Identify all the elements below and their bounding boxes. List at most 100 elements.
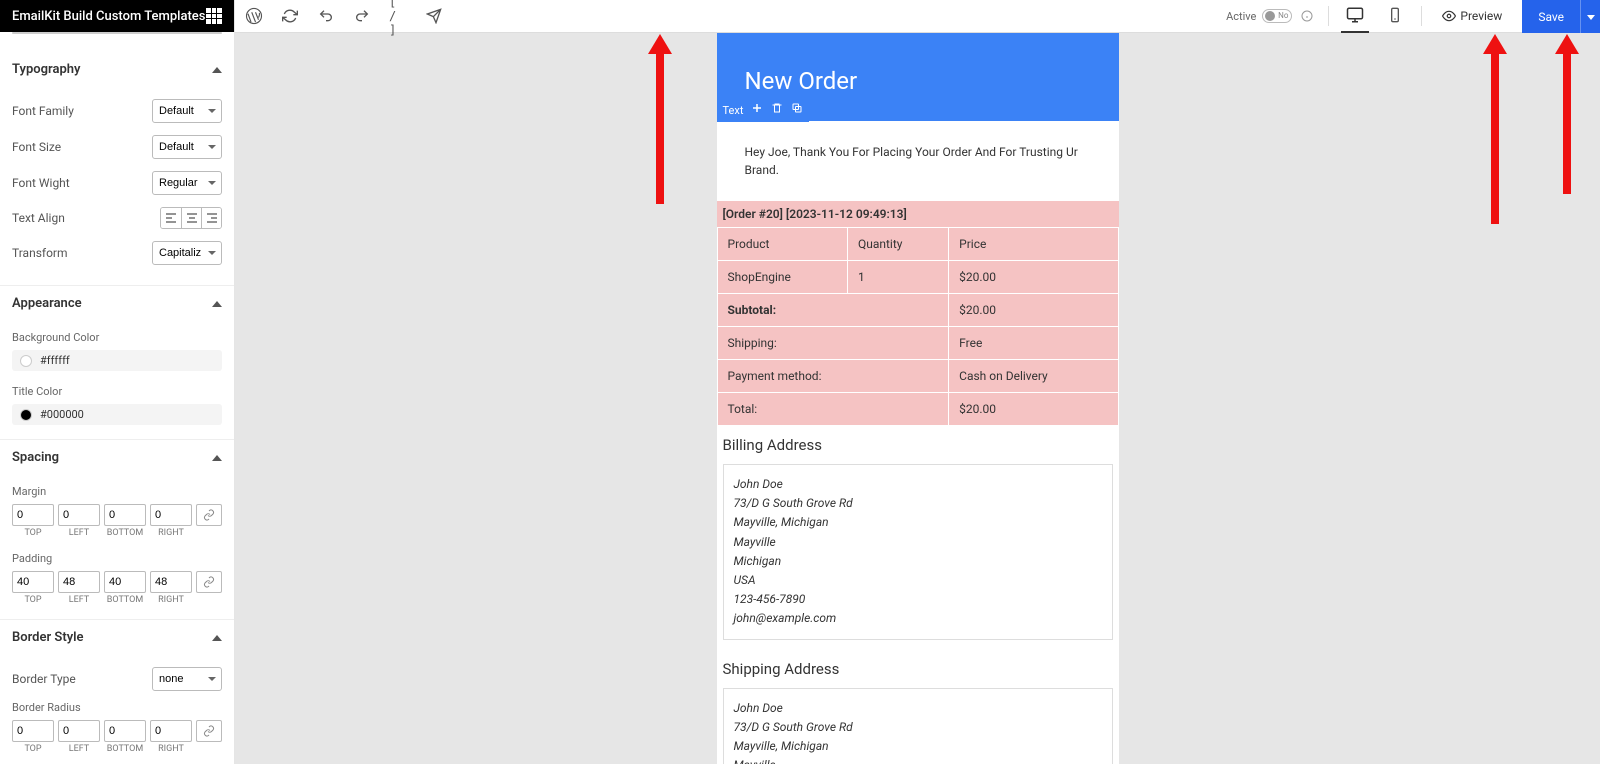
wordpress-icon[interactable] xyxy=(245,7,263,25)
col-quantity: Quantity xyxy=(847,228,948,261)
title-color-value: #000000 xyxy=(40,408,84,421)
padding-bottom-input[interactable] xyxy=(104,571,146,593)
section-title: Border Style xyxy=(12,630,84,645)
email-greeting-block[interactable]: Hey Joe, Thank You For Placing Your Orde… xyxy=(717,121,1119,201)
mobile-view-button[interactable] xyxy=(1381,0,1409,33)
send-icon[interactable] xyxy=(425,7,443,25)
margin-label: Margin xyxy=(12,481,222,500)
active-label: Active xyxy=(1226,10,1256,23)
color-swatch-icon xyxy=(20,355,32,367)
padding-label: Padding xyxy=(12,548,222,567)
section-head-appearance[interactable]: Appearance xyxy=(0,286,234,321)
preview-label: Preview xyxy=(1460,9,1502,23)
email-header-title: New Order xyxy=(745,67,1091,95)
bg-color-value: #ffffff xyxy=(40,354,70,367)
table-row: Payment method: Cash on Delivery xyxy=(717,360,1118,393)
radius-left-input[interactable] xyxy=(58,720,100,742)
padding-top-input[interactable] xyxy=(12,571,54,593)
padding-left-input[interactable] xyxy=(58,571,100,593)
margin-top-input[interactable] xyxy=(12,504,54,526)
bg-color-picker[interactable]: #ffffff xyxy=(12,350,222,371)
eye-icon xyxy=(1442,9,1456,23)
widget-delete-icon[interactable] xyxy=(771,102,783,118)
save-button[interactable]: Save xyxy=(1522,0,1580,33)
undo-icon[interactable] xyxy=(317,7,335,25)
border-radius-label: Border Radius xyxy=(12,697,222,716)
widget-duplicate-icon[interactable] xyxy=(791,102,803,118)
chevron-down-icon xyxy=(1587,9,1595,24)
align-center-button[interactable] xyxy=(181,208,201,228)
bg-color-label: Background Color xyxy=(12,327,222,346)
active-toggle[interactable]: No xyxy=(1262,9,1292,23)
shipping-title: Shipping Address xyxy=(717,650,1119,684)
radius-right-input[interactable] xyxy=(150,720,192,742)
active-toggle-group: Active No xyxy=(1226,7,1316,25)
email-canvas[interactable]: New Order Text Hey Joe, Thank You For Pl… xyxy=(717,33,1119,764)
billing-address-block[interactable]: John Doe 73/D G South Grove Rd Mayville,… xyxy=(723,464,1113,640)
main-area: [ / ] Active No Preview xyxy=(235,0,1600,764)
align-left-button[interactable] xyxy=(161,208,181,228)
margin-left-input[interactable] xyxy=(58,504,100,526)
preview-button[interactable]: Preview xyxy=(1434,9,1510,23)
section-title: Appearance xyxy=(12,296,82,311)
section-appearance: Appearance Background Color #ffffff Titl… xyxy=(0,286,234,440)
margin-link-button[interactable] xyxy=(196,504,222,526)
margin-bottom-input[interactable] xyxy=(104,504,146,526)
title-color-picker[interactable]: #000000 xyxy=(12,404,222,425)
grid-menu-icon[interactable] xyxy=(206,8,222,24)
email-header-block[interactable]: New Order Text xyxy=(717,33,1119,121)
order-meta-bar[interactable]: [Order #20] [2023-11-12 09:49:13] xyxy=(717,201,1119,227)
radius-bottom-input[interactable] xyxy=(104,720,146,742)
margin-right-input[interactable] xyxy=(150,504,192,526)
font-weight-label: Font Wight xyxy=(12,176,70,190)
section-spacing: Spacing Margin TOP LEFT BOTTOM RIGHT Pad… xyxy=(0,440,234,620)
sidebar: EmailKit Build Custom Templates Typograp… xyxy=(0,0,235,764)
transform-select[interactable]: Capitaliz xyxy=(152,241,222,265)
canvas-wrapper: New Order Text Hey Joe, Thank You For Pl… xyxy=(235,33,1600,764)
table-row: Subtotal: $20.00 xyxy=(717,294,1118,327)
border-type-label: Border Type xyxy=(12,672,76,686)
shortcode-button[interactable]: [ / ] xyxy=(389,7,407,25)
border-type-select[interactable]: none xyxy=(152,667,222,691)
table-header-row: Product Quantity Price xyxy=(717,228,1118,261)
shipping-address-block[interactable]: John Doe 73/D G South Grove Rd Mayville,… xyxy=(723,688,1113,764)
chevron-up-icon xyxy=(212,450,222,465)
section-typography: Typography Font Family Default Font Size… xyxy=(0,52,234,286)
divider xyxy=(1421,6,1422,26)
radius-link-button[interactable] xyxy=(196,720,222,742)
section-head-typography[interactable]: Typography xyxy=(0,52,234,87)
title-color-label: Title Color xyxy=(12,381,222,400)
save-dropdown-button[interactable] xyxy=(1580,0,1600,33)
order-table[interactable]: Product Quantity Price ShopEngine 1 $20.… xyxy=(717,227,1119,426)
margin-inputs: TOP LEFT BOTTOM RIGHT xyxy=(12,504,222,538)
align-right-button[interactable] xyxy=(201,208,221,228)
redo-icon[interactable] xyxy=(353,7,371,25)
radius-inputs: TOP LEFT BOTTOM RIGHT xyxy=(12,720,222,754)
billing-title: Billing Address xyxy=(717,426,1119,460)
chevron-up-icon xyxy=(212,62,222,77)
topbar-right: Active No Preview Save xyxy=(1226,0,1600,32)
padding-right-input[interactable] xyxy=(150,571,192,593)
font-family-select[interactable]: Default xyxy=(152,99,222,123)
font-size-select[interactable]: Default xyxy=(152,135,222,159)
font-weight-select[interactable]: Regular xyxy=(152,171,222,195)
radius-top-input[interactable] xyxy=(12,720,54,742)
transform-label: Transform xyxy=(12,246,68,260)
divider xyxy=(1328,6,1329,26)
padding-link-button[interactable] xyxy=(196,571,222,593)
desktop-view-button[interactable] xyxy=(1341,0,1369,33)
refresh-icon[interactable] xyxy=(281,7,299,25)
app-root: EmailKit Build Custom Templates Typograp… xyxy=(0,0,1600,764)
section-head-border[interactable]: Border Style xyxy=(0,620,234,655)
text-align-group xyxy=(160,207,222,229)
widget-add-icon[interactable] xyxy=(751,102,763,118)
info-icon[interactable] xyxy=(1298,7,1316,25)
text-align-label: Text Align xyxy=(12,211,65,225)
section-head-spacing[interactable]: Spacing xyxy=(0,440,234,475)
widget-toolbar: Text xyxy=(717,98,810,122)
section-title: Typography xyxy=(12,62,81,77)
color-swatch-icon xyxy=(20,409,32,421)
font-family-label: Font Family xyxy=(12,104,74,118)
topbar: [ / ] Active No Preview xyxy=(235,0,1600,33)
greeting-text: Hey Joe, Thank You For Placing Your Orde… xyxy=(745,145,1078,177)
